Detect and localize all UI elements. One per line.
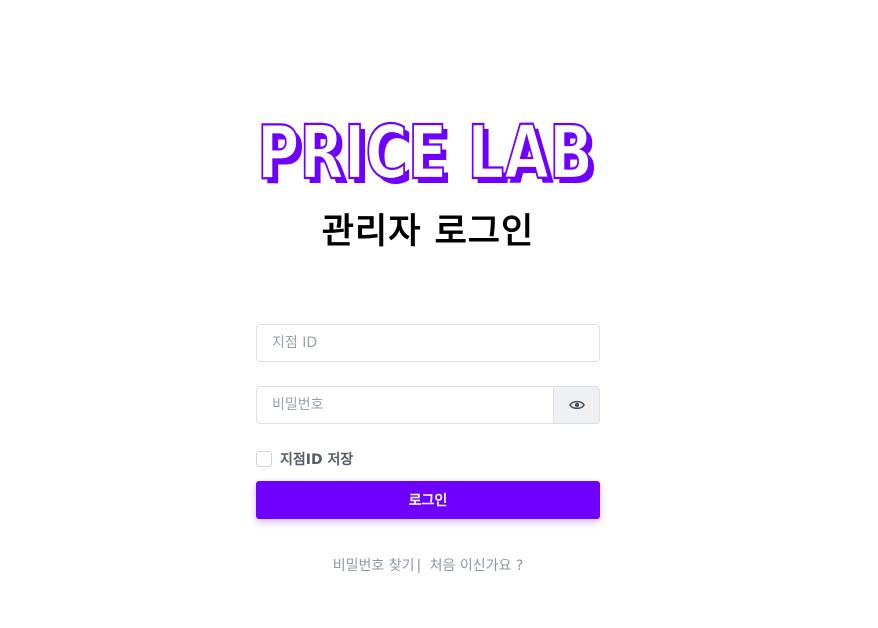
- footer-links: 비밀번호 찾기 | 처음 이신가요 ?: [256, 555, 600, 575]
- password-input[interactable]: [256, 386, 554, 424]
- password-group: [256, 386, 600, 424]
- find-password-link[interactable]: 비밀번호 찾기: [333, 558, 415, 574]
- login-page: PRICE LAB PRICE LAB 관리자 로그인 지점ID 저장 로그인 …: [0, 0, 878, 628]
- first-visit-link[interactable]: 처음 이신가요 ?: [430, 558, 524, 574]
- remember-checkbox[interactable]: [256, 451, 272, 467]
- link-separator: |: [416, 558, 422, 574]
- eye-icon: [568, 400, 585, 410]
- branch-id-input[interactable]: [256, 324, 600, 362]
- show-password-button[interactable]: [553, 386, 600, 424]
- logo-outline-text: PRICE LAB: [257, 112, 593, 188]
- login-button[interactable]: 로그인: [256, 481, 600, 519]
- price-lab-logo: PRICE LAB PRICE LAB: [256, 112, 600, 188]
- remember-label: 지점ID 저장: [280, 452, 354, 468]
- page-title: 관리자 로그인: [321, 212, 535, 252]
- remember-branch-id[interactable]: 지점ID 저장: [256, 449, 353, 469]
